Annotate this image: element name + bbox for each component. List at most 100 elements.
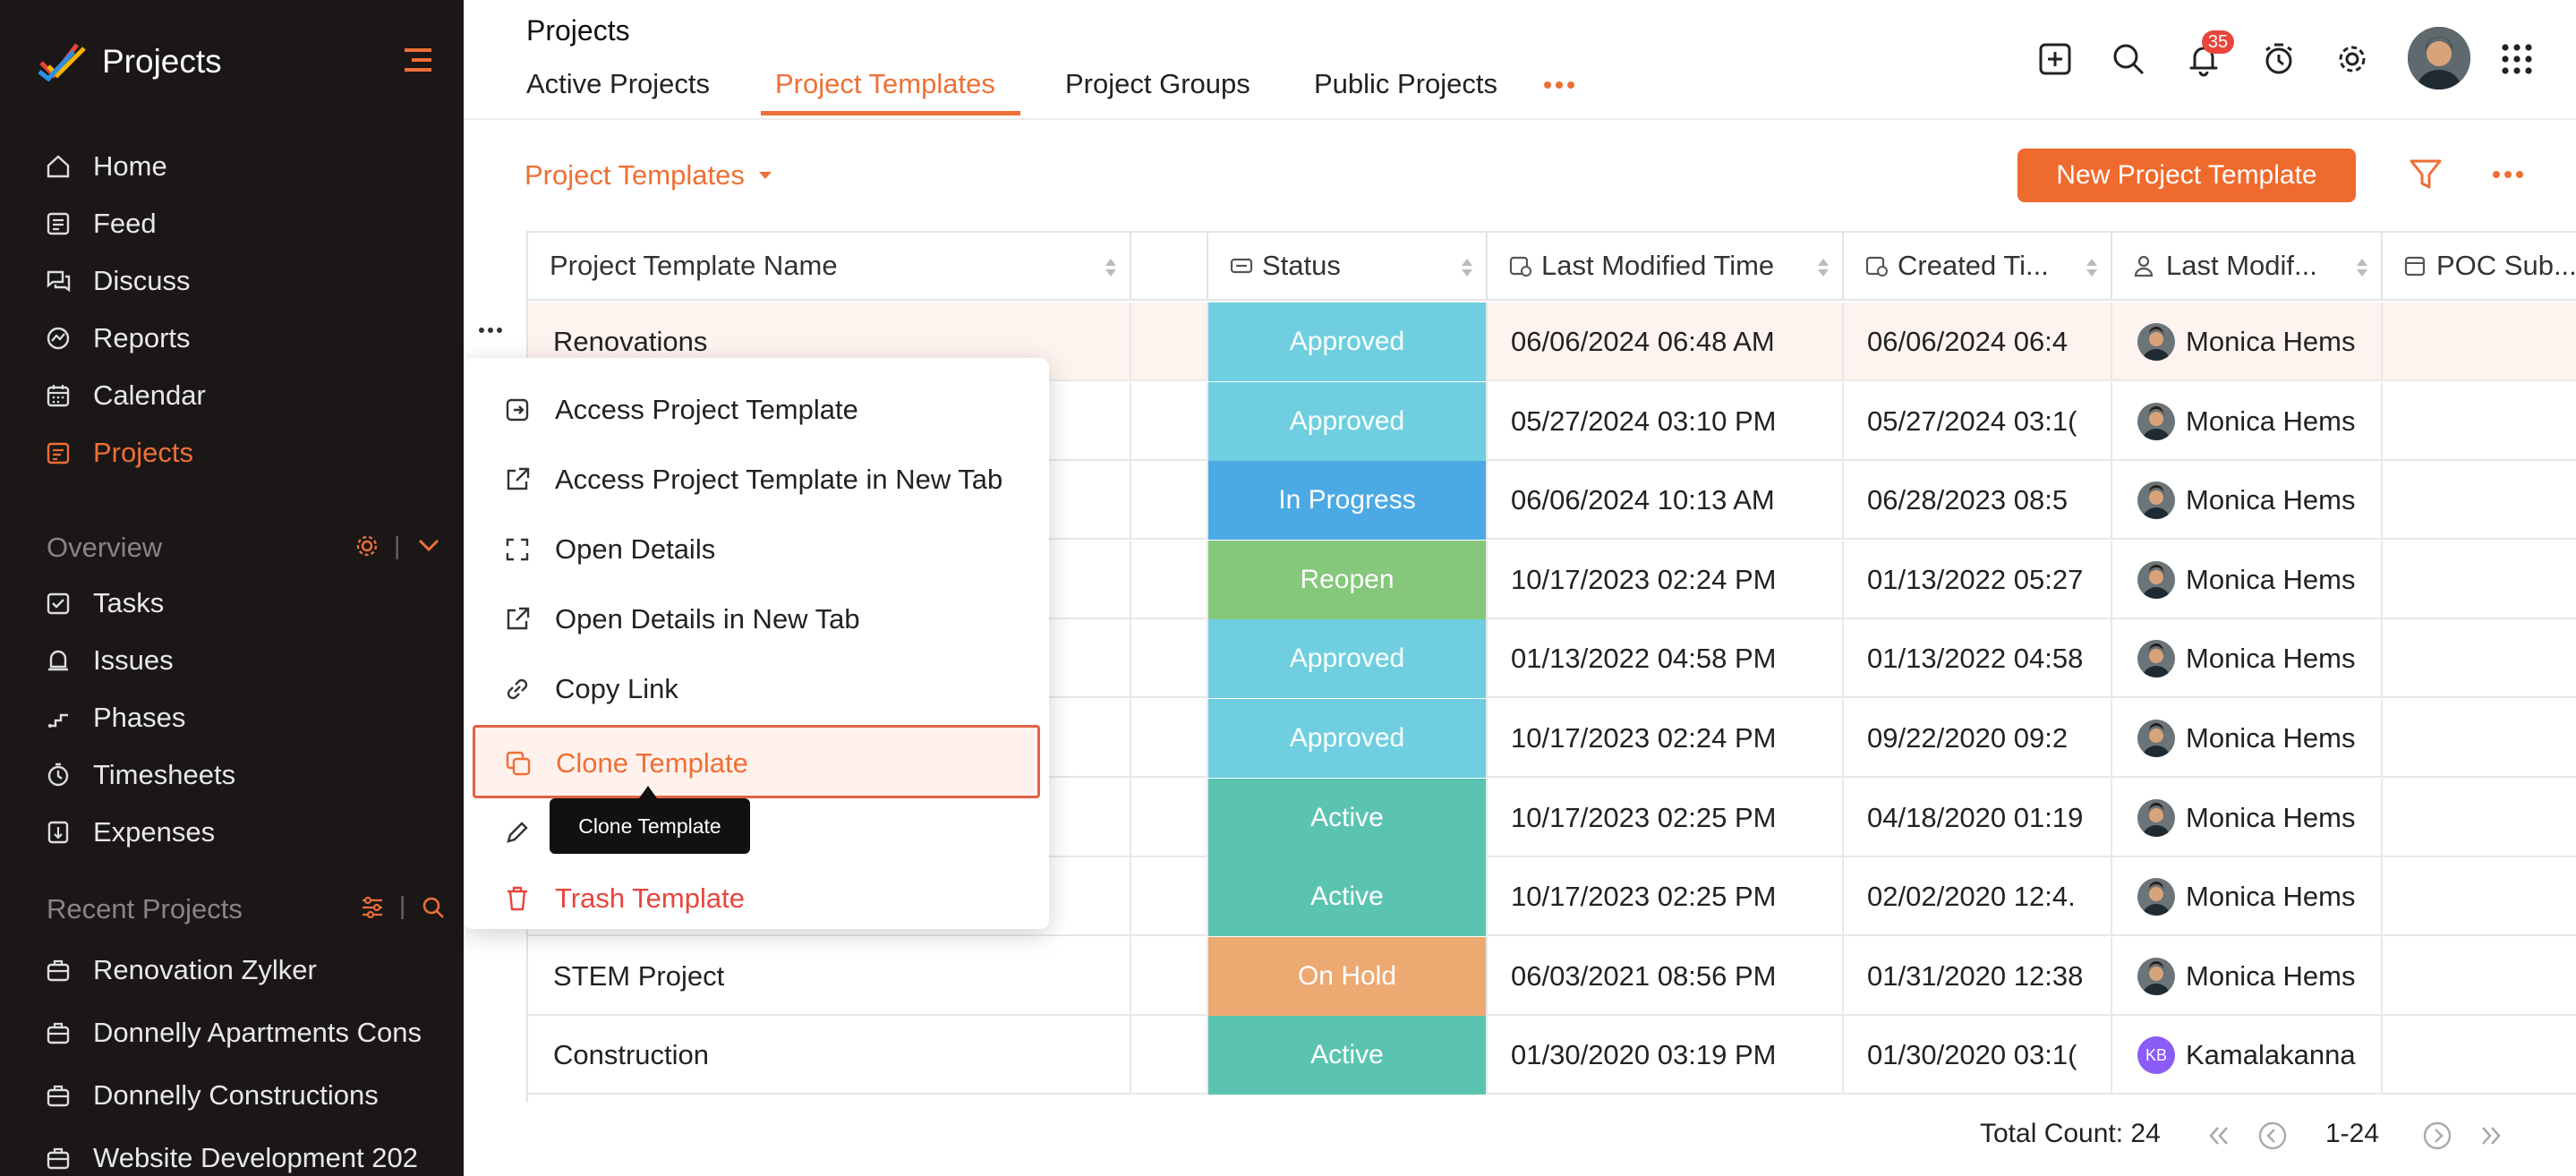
status-badge: In Progress bbox=[1208, 461, 1488, 541]
column-header-last-modified[interactable]: Last Modified Time bbox=[1488, 233, 1844, 301]
last-modified-cell: 01/30/2020 03:19 PM bbox=[1488, 1016, 1844, 1095]
poc-cell bbox=[2383, 303, 2576, 381]
tab-project-groups[interactable]: Project Groups bbox=[1065, 68, 1250, 100]
timer-icon[interactable] bbox=[2259, 39, 2299, 79]
menu-item-open-details-new-tab[interactable]: Open Details in New Tab bbox=[503, 603, 860, 635]
table-row[interactable]: STEM Project On Hold 06/03/2021 08:56 PM 01… bbox=[528, 936, 2576, 1016]
first-page-icon[interactable] bbox=[2205, 1122, 2232, 1149]
table-row[interactable]: Construction Active 01/30/2020 03:19 PM 01/… bbox=[528, 1016, 2576, 1095]
sidebar-item-issues[interactable]: Issues bbox=[45, 644, 174, 677]
menu-item-open-details[interactable]: Open Details bbox=[503, 533, 715, 566]
menu-item-copy-link[interactable]: Copy Link bbox=[503, 673, 678, 705]
apps-grid-icon[interactable] bbox=[2501, 43, 2533, 75]
user-avatar[interactable] bbox=[2408, 27, 2470, 89]
status-badge: On Hold bbox=[1208, 936, 1488, 1016]
tab-project-templates[interactable]: Project Templates bbox=[775, 68, 995, 100]
menu-item-access-template[interactable]: Access Project Template bbox=[503, 394, 858, 426]
edit-icon bbox=[507, 822, 528, 843]
sidebar-item-expenses[interactable]: Expenses bbox=[45, 816, 215, 848]
column-header-status[interactable]: Status bbox=[1208, 233, 1488, 301]
sidebar-item-tasks[interactable]: Tasks bbox=[45, 587, 164, 619]
status-field-icon bbox=[1230, 258, 1253, 274]
user-avatar bbox=[2137, 323, 2175, 361]
column-header-last-modified-by[interactable]: Last Modif... bbox=[2112, 233, 2383, 301]
new-project-template-button[interactable]: New Project Template bbox=[2017, 149, 2356, 202]
sidebar-item-phases[interactable]: Phases bbox=[45, 702, 185, 734]
blank-cell bbox=[1131, 381, 1208, 461]
total-count: Total Count: 24 bbox=[1980, 1119, 2161, 1148]
sidebar-item-discuss[interactable]: Discuss bbox=[45, 265, 191, 297]
sidebar-item-calendar[interactable]: Calendar bbox=[45, 379, 206, 412]
recent-project-item[interactable]: Website Development 202 bbox=[45, 1142, 439, 1174]
blank-cell bbox=[1131, 461, 1208, 541]
tooltip-arrow bbox=[639, 786, 657, 798]
last-modified-by-cell: Monica Hems bbox=[2112, 461, 2383, 541]
phases-icon bbox=[48, 713, 68, 728]
column-header-created[interactable]: Created Ti... bbox=[1844, 233, 2112, 301]
view-selector[interactable]: Project Templates bbox=[525, 159, 773, 192]
search-icon[interactable] bbox=[2109, 39, 2148, 79]
reports-icon bbox=[47, 327, 70, 350]
recent-project-item[interactable]: Donnelly Apartments Cons bbox=[45, 1017, 439, 1049]
poc-cell bbox=[2383, 699, 2576, 778]
column-header-blank bbox=[1131, 233, 1208, 301]
chevron-down-icon[interactable] bbox=[417, 537, 440, 553]
user-avatar bbox=[2137, 402, 2175, 440]
user-avatar bbox=[2137, 798, 2175, 837]
sidebar-item-home[interactable]: Home bbox=[45, 150, 167, 183]
created-cell: 02/02/2020 12:4. bbox=[1844, 857, 2112, 937]
sort-icon bbox=[1462, 259, 1472, 277]
user-avatar bbox=[2137, 720, 2175, 757]
row-actions-icon[interactable] bbox=[478, 327, 503, 334]
sidebar-item-timesheets[interactable]: Timesheets bbox=[45, 759, 235, 791]
menu-item-trash-template[interactable]: Trash Template bbox=[503, 882, 745, 915]
feed-icon bbox=[47, 212, 70, 235]
recent-project-item[interactable]: Renovation Zylker bbox=[45, 954, 439, 986]
recent-project-item[interactable]: Donnelly Constructions bbox=[45, 1079, 439, 1112]
blank-cell bbox=[1131, 1016, 1208, 1095]
sort-icon bbox=[1818, 259, 1829, 277]
tab-active-projects[interactable]: Active Projects bbox=[526, 68, 710, 100]
new-tab-icon bbox=[507, 467, 530, 490]
more-tabs-icon[interactable] bbox=[1543, 81, 1575, 89]
menu-item-access-template-new-tab[interactable]: Access Project Template in New Tab bbox=[503, 464, 1002, 496]
more-options-icon[interactable] bbox=[2492, 170, 2524, 179]
sort-icon bbox=[2357, 259, 2367, 277]
column-header-poc[interactable]: POC Sub... bbox=[2383, 233, 2576, 301]
app-logo-icon bbox=[38, 39, 90, 82]
tab-public-projects[interactable]: Public Projects bbox=[1314, 68, 1497, 100]
next-page-icon[interactable] bbox=[2422, 1121, 2452, 1151]
sidebar-item-feed[interactable]: Feed bbox=[45, 208, 157, 240]
menu-item-clone-template[interactable]: Clone Template bbox=[473, 725, 1040, 798]
calendar-icon bbox=[47, 385, 70, 407]
sidebar-item-reports[interactable]: Reports bbox=[45, 322, 191, 354]
previous-page-icon[interactable] bbox=[2257, 1121, 2288, 1151]
poc-cell bbox=[2383, 619, 2576, 698]
overview-settings-icon[interactable] bbox=[354, 533, 380, 558]
search-icon[interactable] bbox=[421, 895, 446, 920]
column-header-name[interactable]: Project Template Name bbox=[528, 233, 1131, 301]
menu-toggle-icon[interactable] bbox=[403, 47, 433, 73]
last-modified-by-cell: Monica Hems bbox=[2112, 699, 2383, 778]
user-name: Kamalakanna bbox=[2186, 1039, 2356, 1071]
caret-down-icon bbox=[758, 172, 772, 179]
poc-cell bbox=[2383, 541, 2576, 619]
last-page-icon[interactable] bbox=[2478, 1122, 2504, 1149]
filter-icon[interactable] bbox=[2408, 156, 2444, 192]
last-modified-by-cell: Monica Hems bbox=[2112, 303, 2383, 381]
last-modified-cell: 06/06/2024 10:13 AM bbox=[1488, 461, 1844, 541]
last-modified-by-cell: Monica Hems bbox=[2112, 936, 2383, 1016]
menu-item-edit[interactable] bbox=[503, 818, 555, 847]
timesheets-icon bbox=[47, 763, 69, 787]
user-name: Monica Hems bbox=[2186, 643, 2356, 675]
user-name: Monica Hems bbox=[2186, 326, 2356, 357]
blank-cell bbox=[1131, 540, 1208, 619]
sidebar-item-projects[interactable]: Projects bbox=[45, 437, 193, 469]
settings-gear-icon[interactable] bbox=[2333, 39, 2372, 79]
poc-cell bbox=[2383, 779, 2576, 857]
clone-icon bbox=[506, 751, 531, 776]
add-icon[interactable] bbox=[2035, 39, 2075, 79]
top-header: Projects Active Projects Project Templat… bbox=[464, 0, 2576, 120]
last-modified-cell: 10/17/2023 02:24 PM bbox=[1488, 540, 1844, 619]
filter-sliders-icon[interactable] bbox=[360, 895, 385, 920]
